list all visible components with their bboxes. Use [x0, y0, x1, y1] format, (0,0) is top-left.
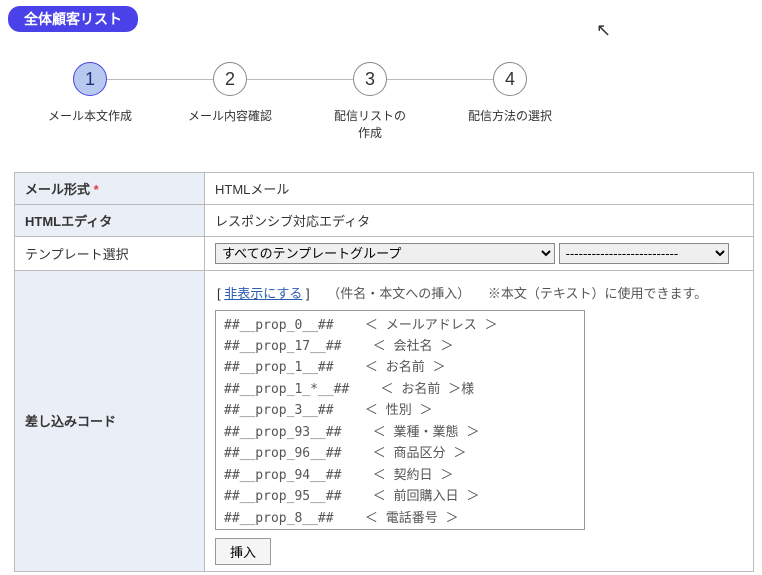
html-editor-label: HTMLエディタ	[15, 204, 205, 236]
step-2[interactable]: 2 メール内容確認	[160, 62, 300, 125]
template-group-select[interactable]: すべてのテンプレートグループ	[215, 243, 555, 264]
mail-format-label: メール形式 *	[15, 172, 205, 204]
step-2-label: メール内容確認	[188, 108, 272, 125]
merge-code-list[interactable]: ##__prop_0__## ＜ メールアドレス ＞ ##__prop_17__…	[215, 310, 585, 530]
step-1-circle: 1	[73, 62, 107, 96]
page-title-pill: 全体顧客リスト	[8, 6, 138, 32]
merge-head: [ 非表示にする ] （件名・本文への挿入） ※本文（テキスト）に使用できます。	[217, 283, 743, 302]
step-1[interactable]: 1 メール本文作成	[20, 62, 160, 125]
template-second-select[interactable]: --------------------------	[559, 243, 729, 264]
step-3[interactable]: 3 配信リストの 作成	[300, 62, 440, 142]
step-1-label: メール本文作成	[48, 108, 132, 125]
form-table: メール形式 * HTMLメール HTMLエディタ レスポンシブ対応エディタ テン…	[14, 172, 754, 572]
html-editor-value: レスポンシブ対応エディタ	[205, 204, 754, 236]
merge-note1: （件名・本文への挿入）	[327, 286, 470, 301]
step-4-label: 配信方法の選択	[468, 108, 552, 125]
merge-code-label: 差し込みコード	[15, 270, 205, 571]
step-3-circle: 3	[353, 62, 387, 96]
mail-format-value: HTMLメール	[205, 172, 754, 204]
wizard-steps: 1 メール本文作成 2 メール内容確認 3 配信リストの 作成 4 配信方法の選…	[20, 62, 762, 142]
step-4[interactable]: 4 配信方法の選択	[440, 62, 580, 125]
step-4-circle: 4	[493, 62, 527, 96]
merge-code-cell: [ 非表示にする ] （件名・本文への挿入） ※本文（テキスト）に使用できます。…	[205, 270, 754, 571]
required-mark: *	[94, 182, 99, 197]
template-cell: すべてのテンプレートグループ -------------------------…	[205, 236, 754, 270]
template-label: テンプレート選択	[15, 236, 205, 270]
hide-link[interactable]: 非表示にする	[224, 286, 302, 301]
cursor-pointer-icon: ↖	[596, 20, 611, 41]
insert-button[interactable]: 挿入	[215, 538, 271, 565]
step-3-label: 配信リストの 作成	[334, 108, 406, 142]
merge-note2: ※本文（テキスト）に使用できます。	[488, 286, 707, 301]
step-2-circle: 2	[213, 62, 247, 96]
